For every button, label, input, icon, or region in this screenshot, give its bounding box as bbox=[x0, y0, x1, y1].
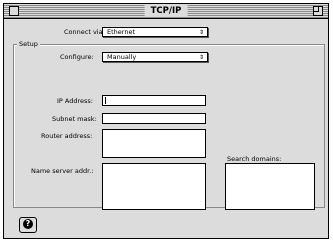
help-button[interactable]: ? bbox=[19, 217, 37, 233]
ip-address-label: IP Address: bbox=[57, 97, 93, 105]
connect-via-popup[interactable]: Ethernet ⇕ bbox=[102, 27, 208, 37]
ip-address-field[interactable] bbox=[102, 95, 206, 106]
connect-via-value: Ethernet bbox=[107, 28, 135, 36]
configure-value: Manually bbox=[107, 53, 137, 61]
popup-arrows-icon: ⇕ bbox=[198, 54, 204, 61]
tcpip-window: TCP/IP Connect via: Ethernet ⇕ Setup Con… bbox=[3, 3, 329, 239]
name-server-label: Name server addr.: bbox=[31, 167, 94, 175]
search-domains-field[interactable] bbox=[225, 163, 315, 210]
window-title: TCP/IP bbox=[144, 5, 188, 17]
title-bar[interactable]: TCP/IP bbox=[4, 4, 328, 19]
configure-popup[interactable]: Manually ⇕ bbox=[102, 52, 208, 62]
popup-arrows-icon: ⇕ bbox=[198, 29, 204, 36]
close-box-icon[interactable] bbox=[9, 6, 19, 16]
router-address-label: Router address: bbox=[41, 132, 93, 140]
search-domains-label: Search domains: bbox=[227, 155, 282, 163]
name-server-field[interactable] bbox=[102, 163, 206, 210]
connect-via-label: Connect via: bbox=[64, 28, 105, 36]
subnet-mask-field[interactable] bbox=[102, 113, 206, 124]
configure-label: Configure: bbox=[60, 53, 94, 61]
text-cursor bbox=[105, 97, 106, 104]
help-icon: ? bbox=[23, 219, 33, 229]
setup-group-title: Setup bbox=[17, 40, 40, 48]
subnet-mask-label: Subnet mask: bbox=[52, 115, 97, 123]
router-address-field[interactable] bbox=[102, 129, 206, 158]
zoom-box-icon[interactable] bbox=[313, 6, 323, 16]
